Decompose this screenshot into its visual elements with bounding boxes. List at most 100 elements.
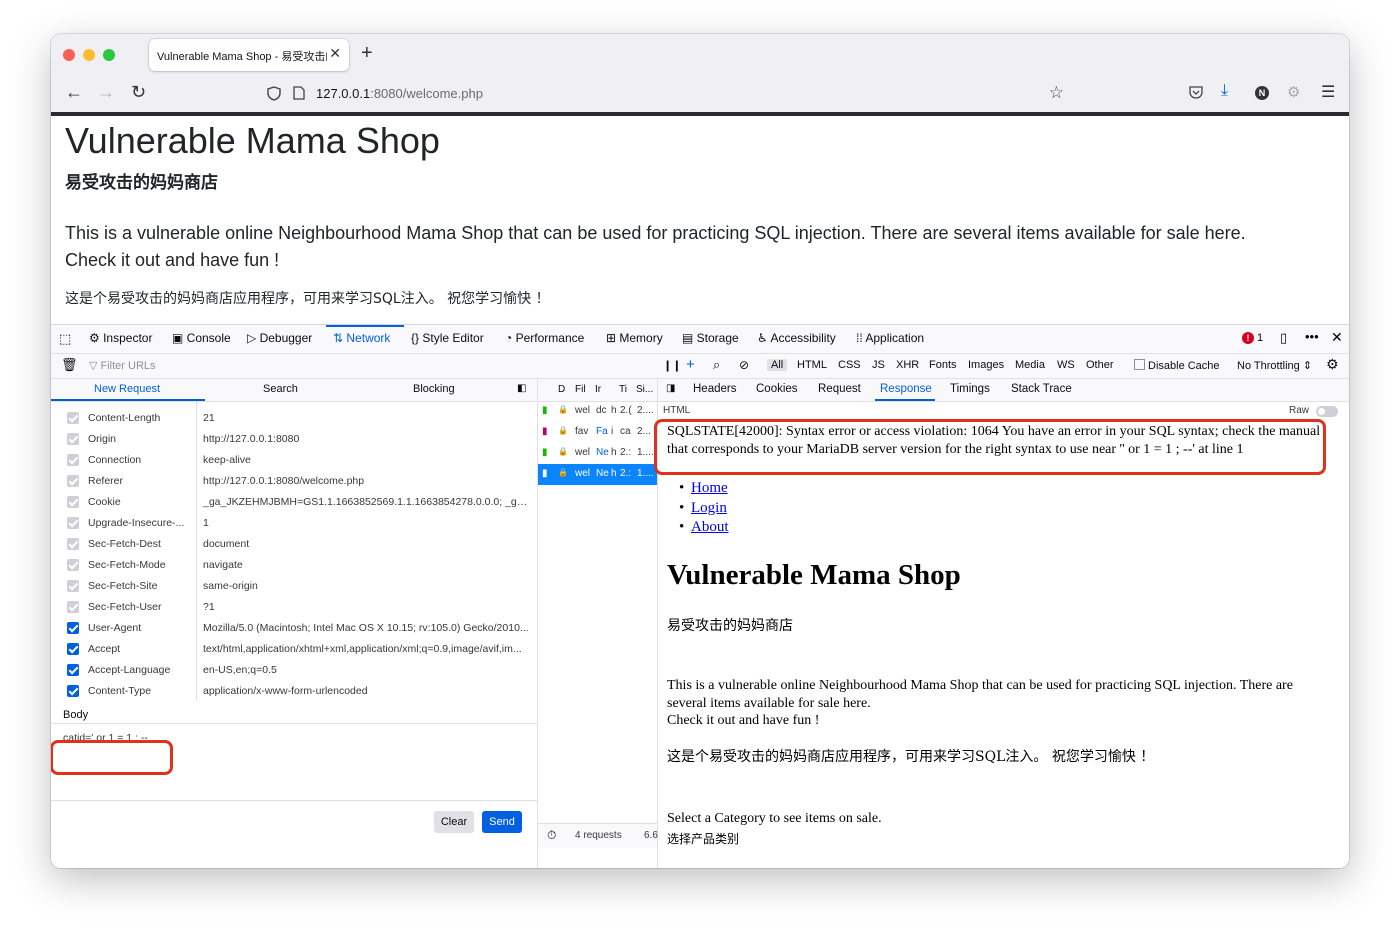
- header-name[interactable]: Sec-Fetch-Mode: [88, 559, 166, 571]
- header-value[interactable]: same-origin: [203, 580, 533, 592]
- url-text[interactable]: 127.0.0.1:8080/welcome.php: [316, 86, 483, 101]
- filter-ws[interactable]: WS: [1057, 359, 1075, 371]
- header-value[interactable]: 21: [203, 412, 533, 424]
- tab-performance[interactable]: ◔ Performance: [505, 331, 584, 345]
- header-row[interactable]: Sec-Fetch-User ?1: [51, 598, 537, 619]
- tab-timings[interactable]: Timings: [950, 383, 990, 395]
- header-name[interactable]: Referer: [88, 475, 123, 487]
- tab-console[interactable]: ▣ Console: [172, 331, 231, 345]
- header-enabled-checkbox[interactable]: [67, 517, 79, 529]
- header-name[interactable]: Upgrade-Insecure-...: [88, 517, 184, 529]
- tab-stack-trace[interactable]: Stack Trace: [1011, 383, 1072, 395]
- request-row[interactable]: ▮ 🔒 wel dc h 2.(2....: [538, 401, 657, 422]
- header-enabled-checkbox[interactable]: [67, 601, 79, 613]
- request-row[interactable]: ▮ 🔒 fav Fa i ca 2...: [538, 422, 657, 443]
- header-row[interactable]: Cookie _ga_JKZEHMJBMH=GS1.1.1663852569.1.…: [51, 493, 537, 514]
- tab-style-editor[interactable]: {} Style Editor: [411, 331, 484, 345]
- more-options-icon[interactable]: •••: [1305, 329, 1319, 344]
- header-enabled-checkbox[interactable]: [67, 538, 79, 550]
- send-button[interactable]: Send: [482, 811, 522, 833]
- raw-toggle[interactable]: [1316, 406, 1338, 417]
- filter-js[interactable]: JS: [872, 359, 885, 371]
- filter-css[interactable]: CSS: [838, 359, 861, 371]
- tab-close-icon[interactable]: ✕: [329, 45, 341, 62]
- header-row[interactable]: Content-Type application/x-www-form-urlen…: [51, 682, 537, 701]
- filter-media[interactable]: Media: [1015, 359, 1045, 371]
- new-tab-icon[interactable]: +: [361, 42, 373, 65]
- header-enabled-checkbox[interactable]: [67, 496, 79, 508]
- disable-cache-checkbox[interactable]: Disable Cache: [1134, 359, 1220, 372]
- clear-button[interactable]: Clear: [434, 811, 474, 833]
- header-name[interactable]: Content-Length: [88, 412, 160, 424]
- login-link[interactable]: Login: [691, 500, 727, 516]
- tab-blocking[interactable]: Blocking: [413, 383, 455, 395]
- throttling-select[interactable]: No Throttling ⇕: [1237, 359, 1312, 372]
- header-row[interactable]: Referer http://127.0.0.1:8080/welcome.php: [51, 472, 537, 493]
- header-value[interactable]: Mozilla/5.0 (Macintosh; Intel Mac OS X 1…: [203, 622, 533, 634]
- header-enabled-checkbox[interactable]: [67, 622, 79, 634]
- tab-storage[interactable]: ▤ Storage: [682, 331, 739, 345]
- tab-search[interactable]: Search: [263, 383, 298, 395]
- header-name[interactable]: Sec-Fetch-Dest: [88, 538, 161, 550]
- filter-urls-input[interactable]: ▽ Filter URLs: [89, 359, 156, 372]
- header-row[interactable]: Content-Length 21: [51, 409, 537, 430]
- tab-network[interactable]: ⇅ Network: [333, 331, 390, 345]
- header-enabled-checkbox[interactable]: [67, 664, 79, 676]
- header-enabled-checkbox[interactable]: [67, 433, 79, 445]
- block-icon[interactable]: ⊘: [739, 358, 749, 372]
- header-row[interactable]: Sec-Fetch-Site same-origin: [51, 577, 537, 598]
- header-value[interactable]: 1: [203, 517, 533, 529]
- header-name[interactable]: Sec-Fetch-Site: [88, 580, 157, 592]
- tab-cookies[interactable]: Cookies: [756, 383, 798, 395]
- header-value[interactable]: en-US,en;q=0.5: [203, 664, 533, 676]
- tab-request[interactable]: Request: [818, 383, 861, 395]
- shield-icon[interactable]: [267, 86, 281, 101]
- col-file[interactable]: Fil: [575, 384, 586, 395]
- tab-response[interactable]: Response: [880, 383, 932, 395]
- header-value[interactable]: ?1: [203, 601, 533, 613]
- header-name[interactable]: Content-Type: [88, 685, 151, 697]
- filter-all[interactable]: All: [767, 359, 788, 371]
- header-value[interactable]: keep-alive: [203, 454, 533, 466]
- header-name[interactable]: Sec-Fetch-User: [88, 601, 162, 613]
- header-enabled-checkbox[interactable]: [67, 559, 79, 571]
- header-name[interactable]: Cookie: [88, 496, 121, 508]
- header-enabled-checkbox[interactable]: [67, 643, 79, 655]
- tab-inspector[interactable]: ⚙ Inspector: [89, 331, 152, 345]
- tab-application[interactable]: ⁞⁞ Application: [856, 331, 924, 345]
- tab-new-request[interactable]: New Request: [94, 383, 160, 395]
- header-row[interactable]: Accept-Language en-US,en;q=0.5: [51, 661, 537, 682]
- pause-icon[interactable]: ❙❙: [663, 359, 681, 372]
- add-request-icon[interactable]: +: [686, 356, 695, 373]
- settings-gear-icon[interactable]: ⚙: [1326, 356, 1339, 373]
- filter-images[interactable]: Images: [968, 359, 1004, 371]
- header-name[interactable]: Accept: [88, 643, 120, 655]
- error-icon[interactable]: !: [1242, 332, 1254, 344]
- header-row[interactable]: Sec-Fetch-Dest document: [51, 535, 537, 556]
- request-row[interactable]: ▮ 🔒 wel Ne h 2.: 1....: [538, 443, 657, 464]
- header-name[interactable]: User-Agent: [88, 622, 141, 634]
- bookmark-star-icon[interactable]: ☆: [1049, 83, 1064, 103]
- header-name[interactable]: Connection: [88, 454, 141, 466]
- pocket-icon[interactable]: [1189, 86, 1203, 99]
- header-value[interactable]: _ga_JKZEHMJBMH=GS1.1.1663852569.1.1.1663…: [203, 496, 533, 508]
- header-name[interactable]: Origin: [88, 433, 116, 445]
- account-avatar-icon[interactable]: N: [1255, 86, 1269, 100]
- back-icon[interactable]: ←: [65, 82, 83, 103]
- header-row[interactable]: Origin http://127.0.0.1:8080: [51, 430, 537, 451]
- header-row[interactable]: Accept text/html,application/xhtml+xml,ap…: [51, 640, 537, 661]
- request-row[interactable]: ▮ 🔒 wel Ne h 2.: 1....: [538, 464, 657, 485]
- menu-icon[interactable]: ☰: [1321, 82, 1335, 102]
- extension-icon[interactable]: ⚙: [1287, 83, 1300, 101]
- header-enabled-checkbox[interactable]: [67, 475, 79, 487]
- search-icon[interactable]: ⌕: [713, 357, 720, 373]
- tab-accessibility[interactable]: ♿ Accessibility: [757, 331, 836, 345]
- forward-icon[interactable]: →: [97, 82, 115, 103]
- trash-icon[interactable]: 🗑: [61, 357, 78, 373]
- reload-icon[interactable]: ↻: [131, 82, 146, 103]
- header-enabled-checkbox[interactable]: [67, 412, 79, 424]
- header-enabled-checkbox[interactable]: [67, 454, 79, 466]
- zoom-window-button[interactable]: [103, 49, 115, 61]
- filter-html[interactable]: HTML: [797, 359, 827, 371]
- header-value[interactable]: text/html,application/xhtml+xml,applicat…: [203, 643, 533, 655]
